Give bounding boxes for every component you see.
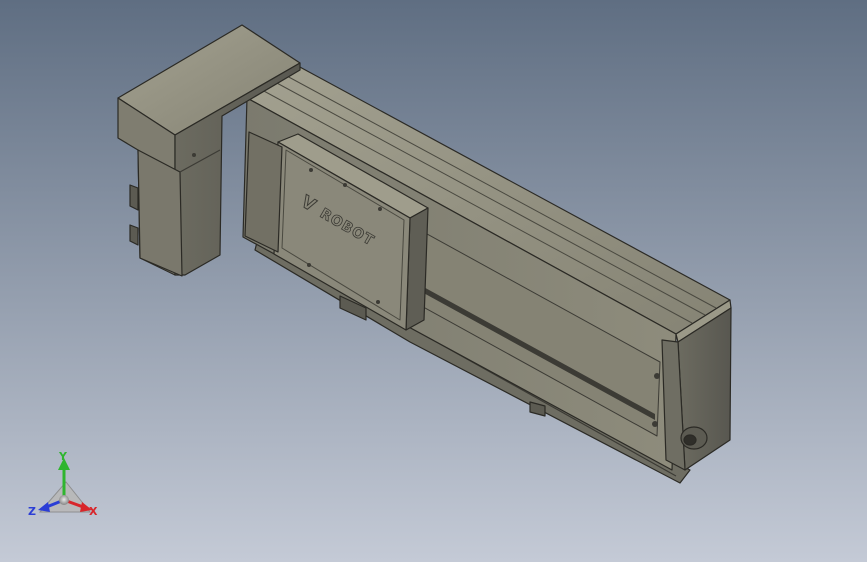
cable-gland-bore <box>683 434 697 446</box>
carriage-screw-4 <box>376 300 380 304</box>
scene-canvas[interactable]: V ROBOT Y X Z <box>0 0 867 562</box>
carriage-screw-5 <box>343 183 347 187</box>
end-cap-screw-2 <box>652 421 658 427</box>
carriage-screw-2 <box>378 207 382 211</box>
triad-z-label: Z <box>28 505 36 518</box>
carriage-screw-1 <box>309 168 313 172</box>
carriage-screw-3 <box>307 263 311 267</box>
end-cap-screw-1 <box>654 373 660 379</box>
carriage-mount-plate <box>244 131 283 253</box>
3d-viewport[interactable]: V ROBOT Y X Z <box>0 0 867 562</box>
triad-origin <box>59 495 69 505</box>
column-clamp-1 <box>129 184 139 211</box>
column-screw <box>192 153 196 157</box>
triad-x-label: X <box>89 505 98 518</box>
column-clamp-2 <box>129 224 139 246</box>
triad-y-label: Y <box>58 450 68 463</box>
